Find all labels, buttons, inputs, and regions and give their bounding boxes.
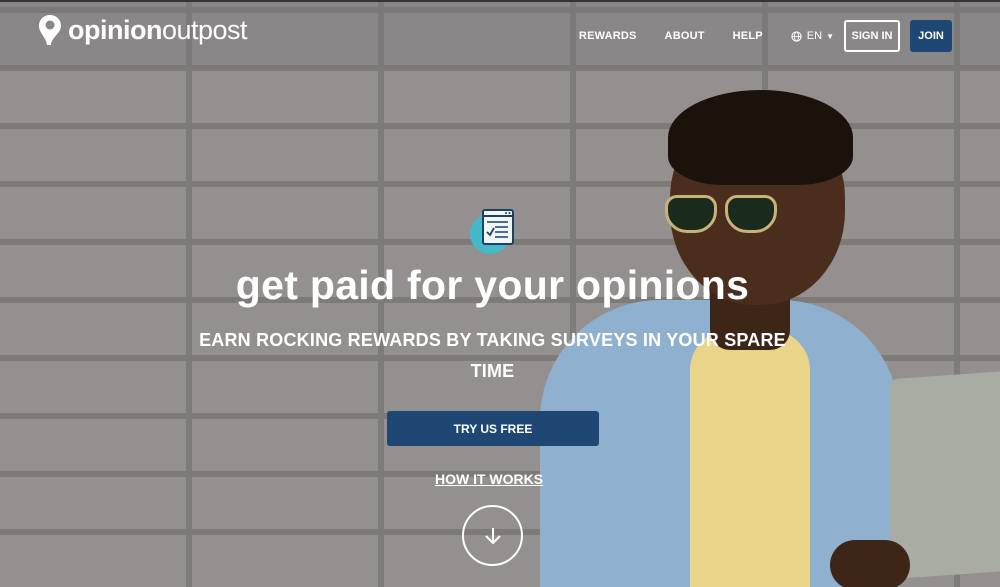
language-label: EN — [806, 30, 823, 42]
nav-links: REWARDS ABOUT HELP EN ▼ SIGN IN JOIN — [579, 20, 952, 52]
logo[interactable]: opinionoutpost — [38, 14, 248, 46]
join-button[interactable]: JOIN — [910, 20, 952, 52]
language-selector[interactable]: EN ▼ — [791, 30, 834, 42]
sign-in-button[interactable]: SIGN IN — [844, 20, 900, 52]
how-it-works-link[interactable]: HOW IT WORKS — [435, 471, 543, 487]
top-navbar: opinionoutpost REWARDS ABOUT HELP EN ▼ S… — [0, 0, 1000, 66]
survey-form-icon — [470, 207, 518, 255]
nav-help-link[interactable]: HELP — [733, 30, 763, 42]
try-us-free-button[interactable]: TRY US FREE — [387, 411, 599, 446]
arrow-down-icon — [484, 527, 501, 544]
logo-text-regular: outpost — [161, 14, 248, 45]
globe-icon — [791, 30, 802, 42]
scroll-down-button[interactable] — [462, 505, 523, 566]
nav-about-link[interactable]: ABOUT — [665, 30, 705, 42]
logo-pin-icon — [38, 14, 62, 46]
hero-headline: get paid for your opinions — [235, 262, 750, 308]
hero-subheadline: EARN ROCKING REWARDS BY TAKING SURVEYS I… — [199, 330, 786, 381]
caret-down-icon: ▼ — [826, 31, 834, 41]
hero-content: get paid for your opinions EARN ROCKING … — [0, 0, 1000, 587]
nav-rewards-link[interactable]: REWARDS — [579, 30, 637, 42]
logo-text-bold: opinion — [68, 14, 162, 45]
